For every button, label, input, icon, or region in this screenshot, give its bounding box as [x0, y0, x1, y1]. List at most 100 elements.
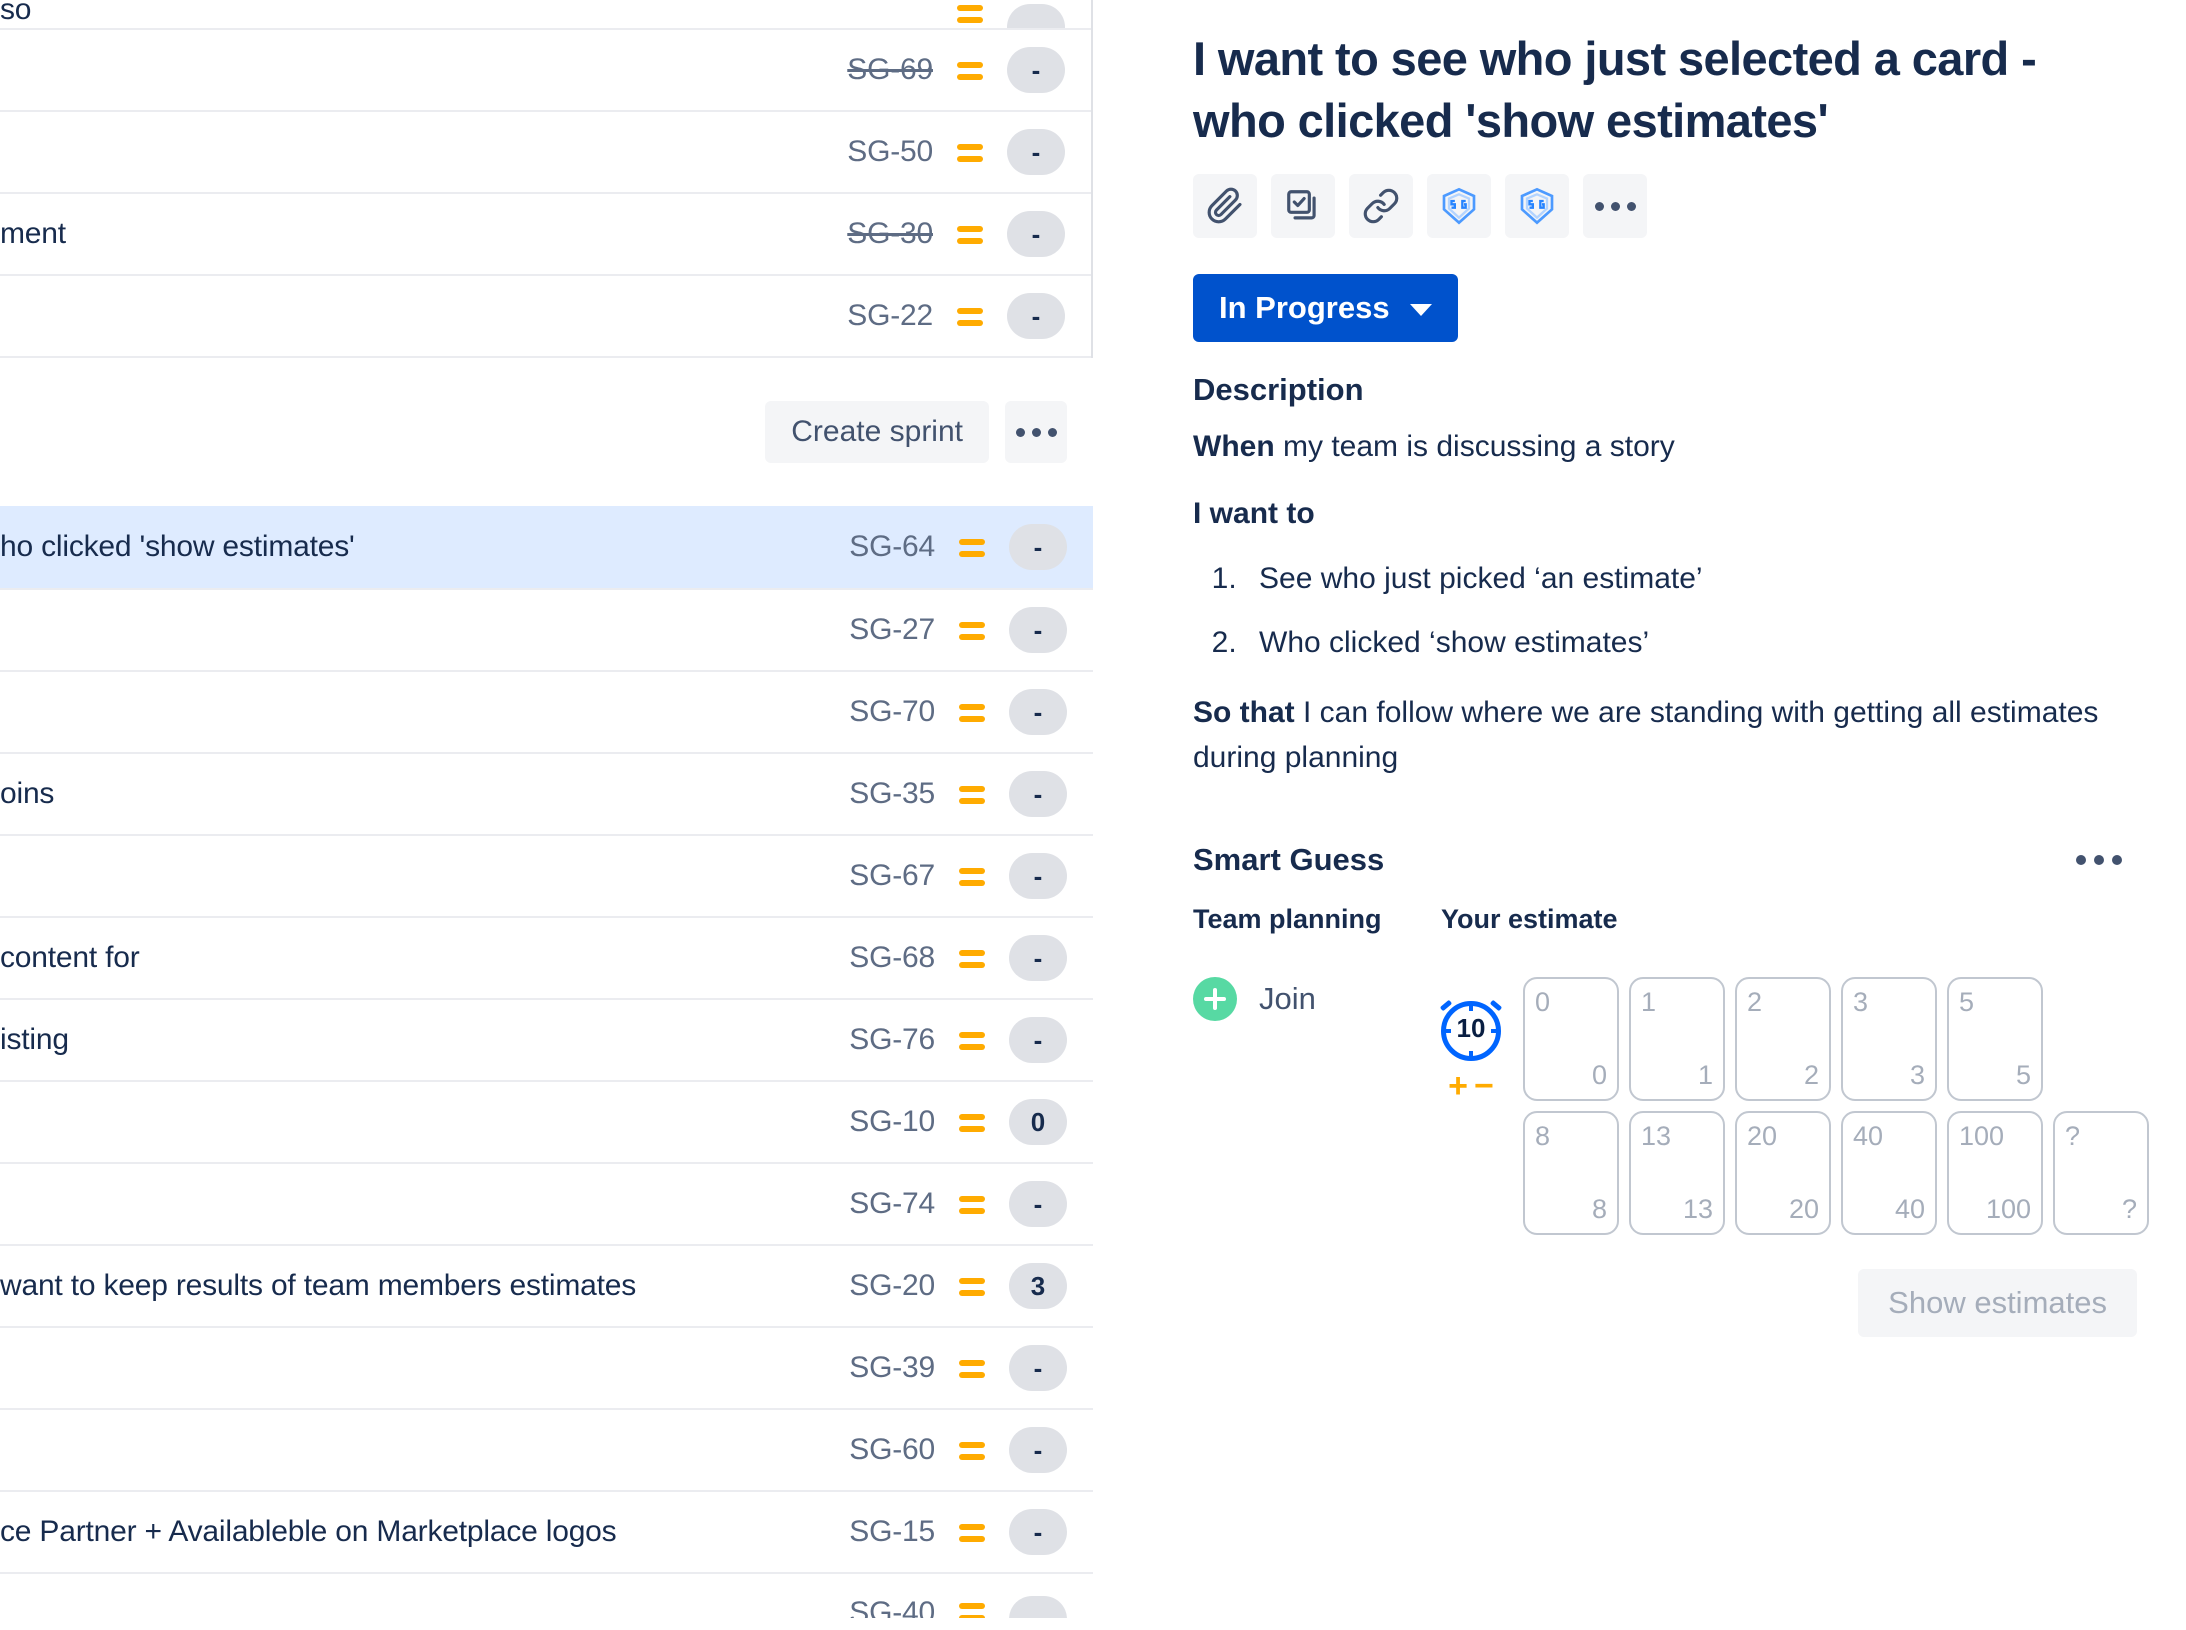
priority-medium-icon — [955, 137, 985, 167]
table-row[interactable]: ment SG-30 - — [0, 192, 1091, 274]
issue-key[interactable]: SG-74 — [849, 1187, 935, 1221]
timer-widget[interactable]: 10 + − — [1439, 977, 1503, 1103]
table-row[interactable]: SG-60 - — [0, 1408, 1093, 1490]
issue-key[interactable]: SG-60 — [849, 1433, 935, 1467]
table-row[interactable]: so — [0, 0, 1091, 28]
issue-key[interactable]: SG-35 — [849, 777, 935, 811]
issue-key[interactable]: SG-40 — [849, 1596, 935, 1618]
table-row[interactable]: want to keep results of team members est… — [0, 1244, 1093, 1326]
table-row[interactable]: SG-67 - — [0, 834, 1093, 916]
timer-controls[interactable]: + − — [1441, 1069, 1501, 1103]
child-issue-icon-button[interactable] — [1271, 174, 1335, 238]
estimate-badge[interactable]: - — [1007, 211, 1065, 257]
when-label: When — [1193, 430, 1275, 463]
table-row[interactable]: isting SG-76 - — [0, 998, 1093, 1080]
smartguess-logo-icon — [1442, 187, 1476, 225]
issue-key[interactable]: SG-10 — [849, 1105, 935, 1139]
table-row[interactable]: SG-69 - — [0, 28, 1091, 110]
issue-key[interactable]: SG-27 — [849, 613, 935, 647]
table-row[interactable]: SG-10 0 — [0, 1080, 1093, 1162]
status-dropdown-button[interactable]: In Progress — [1193, 274, 1458, 342]
app-root: so SG-69 - SG-50 - ment SG-30 - SG-22 - … — [0, 0, 2186, 1630]
table-row[interactable]: ho clicked 'show estimates' SG-64 - — [0, 506, 1093, 588]
issue-key[interactable]: SG-20 — [849, 1269, 935, 1303]
chevron-down-icon — [1409, 304, 1432, 316]
table-row[interactable]: SG-70 - — [0, 670, 1093, 752]
estimate-badge[interactable] — [1007, 4, 1065, 28]
issue-key[interactable]: SG-68 — [849, 941, 935, 975]
estimate-cards-row-2: 8 8 13 13 20 20 40 40 100 100?? — [1523, 1111, 2149, 1235]
estimate-badge[interactable]: - — [1009, 1345, 1067, 1391]
estimate-card-value-bottom: 2 — [1803, 1060, 1819, 1090]
issue-key[interactable]: SG-70 — [849, 695, 935, 729]
estimate-badge[interactable]: - — [1009, 935, 1067, 981]
table-row[interactable]: SG-39 - — [0, 1326, 1093, 1408]
sprint-more-actions-button[interactable] — [1005, 401, 1067, 463]
table-row[interactable]: SG-50 - — [0, 110, 1091, 192]
estimate-badge[interactable]: - — [1009, 1509, 1067, 1555]
issue-key[interactable]: SG-30 — [847, 217, 933, 251]
issue-key[interactable]: SG-76 — [849, 1023, 935, 1057]
estimate-card[interactable]: 22 — [1735, 977, 1831, 1101]
estimate-badge[interactable]: - — [1007, 293, 1065, 339]
estimate-badge[interactable]: - — [1007, 47, 1065, 93]
estimate-card[interactable]: 55 — [1947, 977, 2043, 1101]
table-row[interactable]: ce Partner + Availableble on Marketplace… — [0, 1490, 1093, 1572]
estimate-badge[interactable]: - — [1009, 689, 1067, 735]
estimate-card[interactable]: 100 100 — [1947, 1111, 2043, 1235]
attach-icon-button[interactable] — [1193, 174, 1257, 238]
smartguess-icon-button-2[interactable] — [1505, 174, 1569, 238]
issue-key[interactable]: SG-39 — [849, 1351, 935, 1385]
issue-title: oins — [0, 777, 55, 810]
table-row[interactable]: SG-22 - — [0, 274, 1091, 356]
issue-key[interactable]: SG-50 — [847, 135, 933, 169]
estimate-badge[interactable]: - — [1009, 853, 1067, 899]
issue-key[interactable]: SG-22 — [847, 299, 933, 333]
issue-key[interactable]: SG-15 — [849, 1515, 935, 1549]
your-estimate-label: Your estimate — [1441, 904, 1618, 934]
estimate-badge[interactable]: - — [1009, 1427, 1067, 1473]
smart-guess-header: Smart Guess — [1193, 842, 2130, 878]
issue-title: isting — [0, 1023, 69, 1056]
issue-title: ho clicked 'show estimates' — [0, 530, 355, 563]
estimate-badge[interactable]: - — [1009, 607, 1067, 653]
estimate-card[interactable]: 40 40 — [1841, 1111, 1937, 1235]
link-icon-button[interactable] — [1349, 174, 1413, 238]
show-estimates-button[interactable]: Show estimates — [1858, 1269, 2137, 1337]
estimate-badge[interactable]: - — [1009, 1017, 1067, 1063]
estimate-badge[interactable]: - — [1009, 771, 1067, 817]
estimate-badge[interactable]: - — [1009, 524, 1067, 570]
smart-guess-more-button[interactable] — [2068, 847, 2130, 873]
smartguess-icon-button-1[interactable] — [1427, 174, 1491, 238]
estimate-badge[interactable] — [1009, 1596, 1067, 1618]
estimate-card[interactable]: 13 13 — [1629, 1111, 1725, 1235]
more-dot-icon — [1015, 427, 1025, 437]
table-row[interactable]: SG-27 - — [0, 588, 1093, 670]
estimate-badge[interactable]: - — [1009, 1181, 1067, 1227]
create-sprint-button[interactable]: Create sprint — [765, 401, 989, 463]
issue-key[interactable]: SG-69 — [847, 53, 933, 87]
join-button[interactable]: Join — [1193, 977, 1441, 1021]
estimate-badge[interactable]: 0 — [1009, 1099, 1067, 1145]
timer-decrease-button[interactable]: − — [1474, 1069, 1494, 1103]
issue-key[interactable]: SG-67 — [849, 859, 935, 893]
timer-increase-button[interactable]: + — [1448, 1069, 1468, 1103]
priority-medium-icon — [957, 1025, 987, 1055]
table-row[interactable]: SG-74 - — [0, 1162, 1093, 1244]
issue-key[interactable]: SG-64 — [849, 530, 935, 564]
estimate-card[interactable]: 00 — [1523, 977, 1619, 1101]
more-icon-button[interactable] — [1583, 174, 1647, 238]
priority-medium-icon — [957, 1517, 987, 1547]
estimate-card[interactable]: ?? — [2053, 1111, 2149, 1235]
estimate-badge[interactable]: - — [1007, 129, 1065, 175]
more-dot-icon — [2112, 855, 2122, 865]
estimate-card[interactable]: 88 — [1523, 1111, 1619, 1235]
table-row[interactable]: oins SG-35 - — [0, 752, 1093, 834]
estimate-badge[interactable]: 3 — [1009, 1263, 1067, 1309]
estimate-card[interactable]: 20 20 — [1735, 1111, 1831, 1235]
estimate-card[interactable]: 11 — [1629, 977, 1725, 1101]
sothat-label: So that — [1193, 696, 1295, 729]
estimate-card[interactable]: 33 — [1841, 977, 1937, 1101]
table-row[interactable]: content for SG-68 - — [0, 916, 1093, 998]
table-row[interactable]: SG-40 — [0, 1572, 1093, 1618]
